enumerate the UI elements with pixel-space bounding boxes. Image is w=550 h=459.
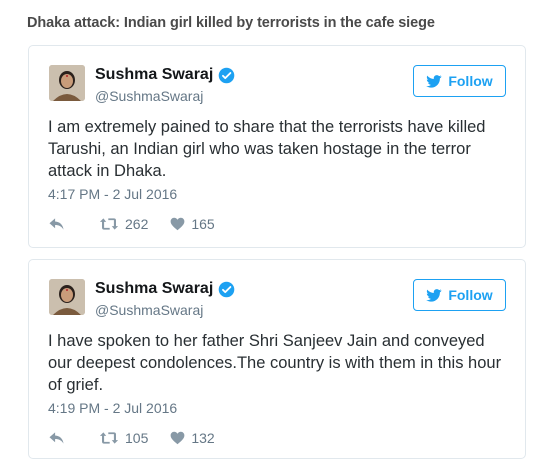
follow-button[interactable]: Follow xyxy=(413,65,506,97)
article-headline: Dhaka attack: Indian girl killed by terr… xyxy=(27,15,435,31)
tweet-text: I have spoken to her father Shri Sanjeev… xyxy=(48,332,502,394)
like-button[interactable]: 132 xyxy=(170,430,215,446)
like-button[interactable]: 165 xyxy=(170,216,215,232)
verified-badge-icon xyxy=(218,67,235,84)
verified-badge-icon xyxy=(218,281,235,298)
follow-button[interactable]: Follow xyxy=(413,279,506,311)
avatar[interactable] xyxy=(49,279,85,315)
heart-icon xyxy=(170,217,185,231)
tweet-actions: 262 165 xyxy=(48,216,237,232)
author-name[interactable]: Sushma Swaraj xyxy=(95,66,213,84)
author-handle[interactable]: @SushmaSwaraj xyxy=(95,302,203,318)
follow-label: Follow xyxy=(448,73,493,89)
follow-label: Follow xyxy=(448,287,493,303)
tweet-text: I am extremely pained to share that the … xyxy=(48,118,486,180)
reply-icon xyxy=(49,432,64,444)
reply-button[interactable] xyxy=(48,431,71,445)
twitter-bird-icon xyxy=(426,288,442,302)
retweet-icon xyxy=(99,218,119,230)
avatar[interactable] xyxy=(49,65,85,101)
reply-icon xyxy=(49,218,64,230)
tweet-timestamp[interactable]: 4:17 PM - 2 Jul 2016 xyxy=(48,186,177,202)
tweet-timestamp[interactable]: 4:19 PM - 2 Jul 2016 xyxy=(48,400,177,416)
embedded-tweet: Sushma Swaraj @SushmaSwaraj Follow I am … xyxy=(28,45,526,248)
embedded-tweet: Sushma Swaraj @SushmaSwaraj Follow I hav… xyxy=(28,259,526,459)
retweet-count: 105 xyxy=(125,430,149,446)
like-count: 165 xyxy=(191,216,215,232)
retweet-button[interactable]: 105 xyxy=(99,430,148,446)
reply-button[interactable] xyxy=(48,217,71,231)
retweet-icon xyxy=(99,432,119,444)
author-handle[interactable]: @SushmaSwaraj xyxy=(95,88,203,104)
like-count: 132 xyxy=(191,430,215,446)
twitter-bird-icon xyxy=(426,74,442,88)
retweet-count: 262 xyxy=(125,216,149,232)
author-name[interactable]: Sushma Swaraj xyxy=(95,280,213,298)
tweet-actions: 105 132 xyxy=(48,430,237,446)
heart-icon xyxy=(170,431,185,445)
retweet-button[interactable]: 262 xyxy=(99,216,148,232)
